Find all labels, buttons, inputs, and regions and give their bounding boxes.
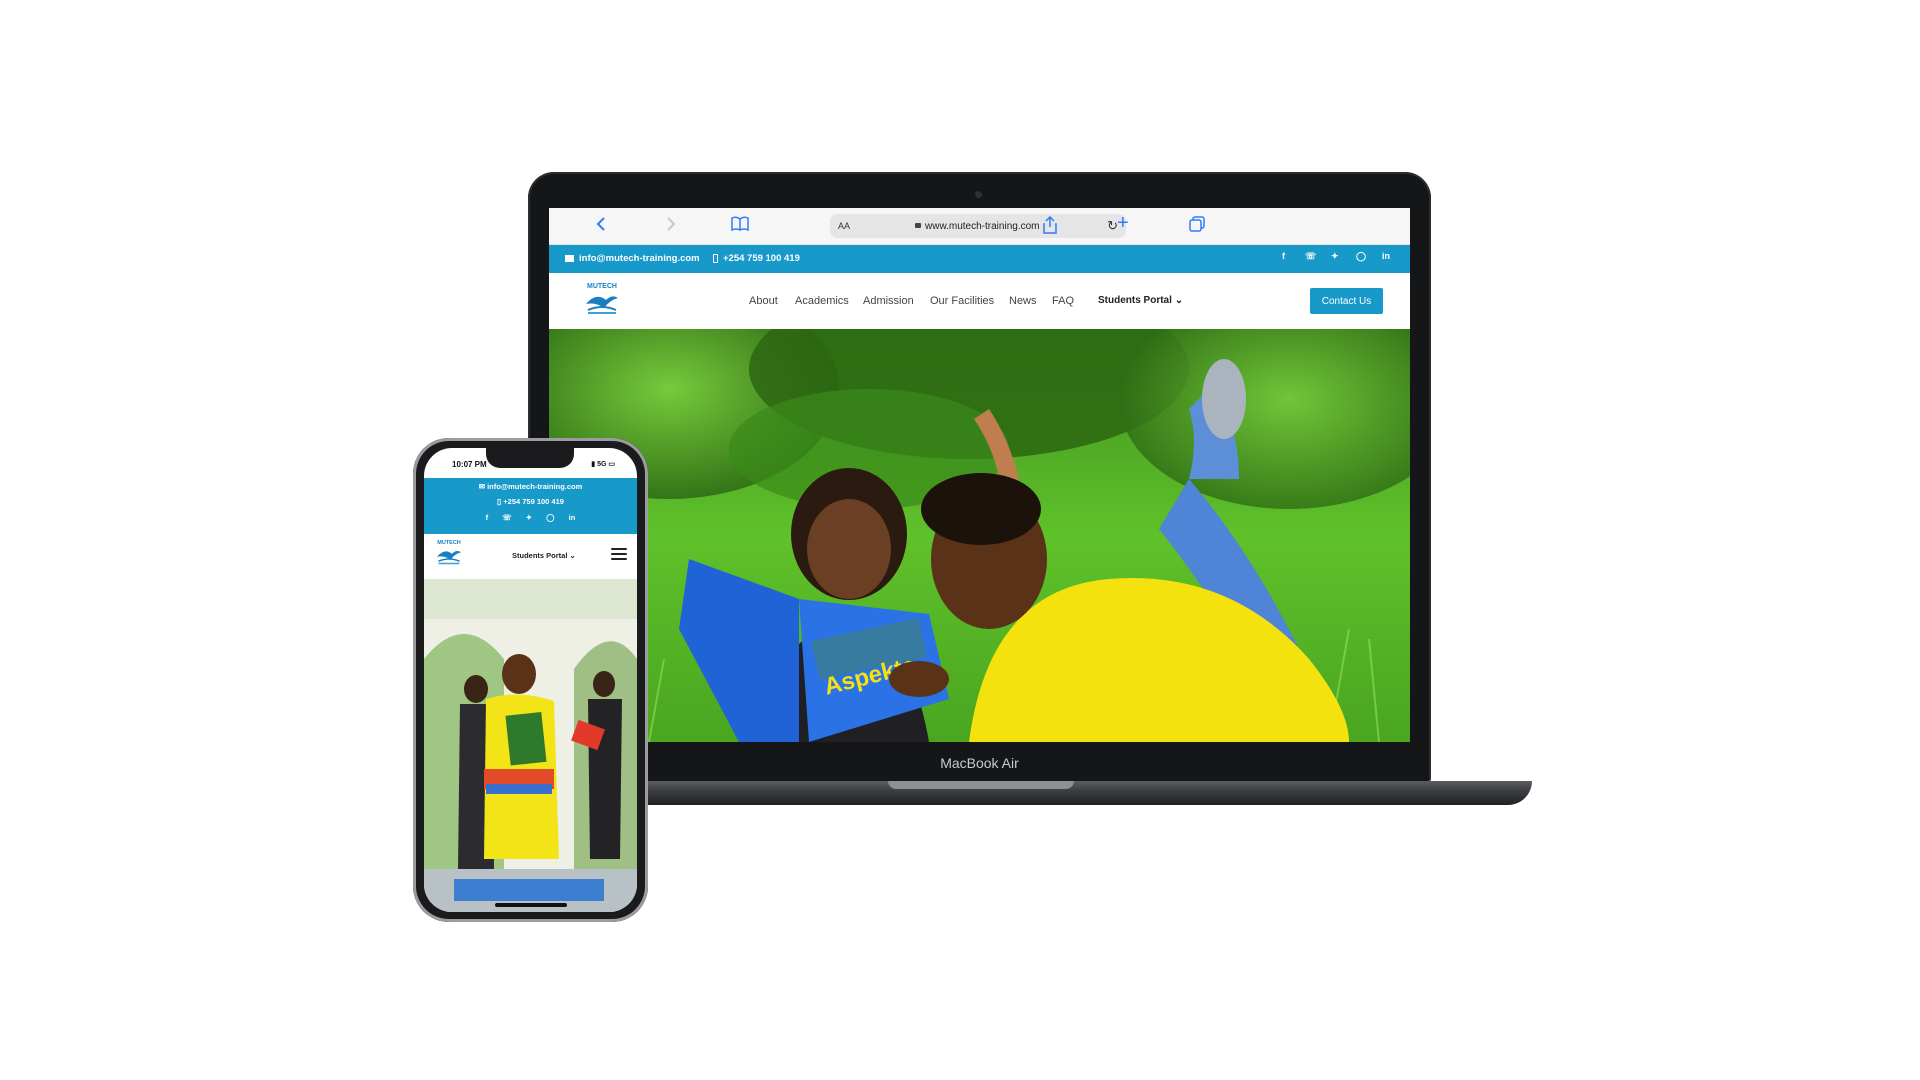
browser-toolbar: AA www.mutech-training.com ↻ + bbox=[549, 208, 1410, 245]
laptop-base bbox=[642, 781, 1532, 805]
url-value: www.mutech-training.com bbox=[925, 220, 1040, 232]
logo-mark-icon bbox=[437, 551, 461, 565]
contact-us-button[interactable]: Contact Us bbox=[1310, 288, 1383, 314]
phone-contact[interactable]: +254 759 100 419 bbox=[713, 253, 800, 264]
phone-hero-image bbox=[424, 579, 637, 912]
phone-icon: ▯ bbox=[497, 497, 502, 506]
logo-mark-icon bbox=[586, 296, 618, 314]
forward-icon[interactable] bbox=[666, 216, 676, 238]
nav-admission[interactable]: Admission bbox=[863, 295, 914, 307]
phone-contact-topbar: ✉ info@mutech-training.com ▯ +254 759 10… bbox=[424, 478, 637, 534]
status-time: 10:07 PM bbox=[452, 460, 487, 469]
status-network: ▮ 5G ▭ bbox=[591, 460, 615, 468]
share-icon[interactable] bbox=[1043, 215, 1057, 240]
address-bar[interactable]: AA www.mutech-training.com ↻ bbox=[830, 214, 1126, 238]
phone-portal-label: Students Portal bbox=[512, 551, 568, 560]
chevron-down-icon: ⌄ bbox=[1174, 295, 1184, 306]
camera-icon bbox=[975, 191, 982, 198]
nav-about[interactable]: About bbox=[749, 295, 778, 307]
tabs-icon[interactable] bbox=[1189, 216, 1205, 238]
phone-social-links: f ☏ ✦ ◯ in bbox=[424, 513, 637, 522]
signal-icon: ▮ bbox=[591, 461, 596, 468]
lock-icon bbox=[915, 222, 921, 228]
logo-text: MUTECH bbox=[587, 283, 617, 290]
hero-image: Aspekte bbox=[549, 329, 1410, 742]
site-navbar: MUTECH About Academics Admission Our Fac… bbox=[549, 273, 1410, 329]
phone-icon bbox=[713, 254, 718, 263]
laptop-hinge-notch bbox=[888, 781, 1074, 789]
linkedin-icon[interactable]: in bbox=[1382, 251, 1390, 261]
instagram-icon[interactable]: ◯ bbox=[546, 513, 554, 522]
phone-students-portal[interactable]: Students Portal ⌄ bbox=[512, 551, 576, 560]
twitter-icon[interactable]: ✦ bbox=[1331, 251, 1339, 262]
battery-icon: ▭ bbox=[608, 461, 615, 468]
nav-faq[interactable]: FAQ bbox=[1052, 295, 1074, 307]
email-text: info@mutech-training.com bbox=[579, 253, 700, 264]
url-text: www.mutech-training.com bbox=[915, 221, 1039, 232]
home-indicator bbox=[495, 903, 567, 907]
nav-news[interactable]: News bbox=[1009, 295, 1037, 307]
mail-icon bbox=[565, 255, 574, 262]
twitter-icon[interactable]: ✦ bbox=[526, 513, 532, 522]
reader-button[interactable]: AA bbox=[838, 221, 850, 231]
site-logo[interactable]: MUTECH bbox=[582, 283, 622, 319]
email-contact[interactable]: info@mutech-training.com bbox=[565, 253, 700, 264]
phone-email-contact[interactable]: ✉ info@mutech-training.com bbox=[424, 482, 637, 491]
phone-device: 10:07 PM ▮ 5G ▭ ✉ info@mutech-training.c… bbox=[413, 438, 648, 922]
bookmarks-icon[interactable] bbox=[731, 216, 749, 238]
facebook-icon[interactable]: f bbox=[486, 513, 489, 522]
students-portal-label: Students Portal bbox=[1098, 295, 1172, 306]
facebook-icon[interactable]: f bbox=[1282, 251, 1285, 261]
hero-photo: Aspekte bbox=[549, 329, 1410, 742]
new-tab-icon[interactable]: + bbox=[1117, 213, 1129, 233]
contact-topbar: info@mutech-training.com +254 759 100 41… bbox=[549, 245, 1410, 273]
phone-navbar: MUTECH Students Portal ⌄ bbox=[424, 534, 637, 579]
instagram-icon[interactable]: ◯ bbox=[1356, 251, 1366, 262]
phone-hero-photo bbox=[424, 579, 637, 912]
phone-phone-text: +254 759 100 419 bbox=[503, 497, 564, 506]
chevron-down-icon: ⌄ bbox=[569, 551, 576, 560]
mail-icon: ✉ bbox=[478, 482, 485, 491]
laptop-brand-label: MacBook Air bbox=[940, 755, 1019, 771]
linkedin-icon[interactable]: in bbox=[569, 513, 576, 522]
whatsapp-icon[interactable]: ☏ bbox=[502, 513, 511, 522]
phone-site-logo[interactable]: MUTECH bbox=[434, 540, 464, 571]
nav-our-facilities[interactable]: Our Facilities bbox=[930, 295, 994, 307]
nav-academics[interactable]: Academics bbox=[795, 295, 849, 307]
laptop-device: AA www.mutech-training.com ↻ + info@mute… bbox=[528, 172, 1431, 784]
laptop-screen: AA www.mutech-training.com ↻ + info@mute… bbox=[549, 208, 1410, 742]
nav-students-portal[interactable]: Students Portal ⌄ bbox=[1098, 295, 1183, 306]
phone-text: +254 759 100 419 bbox=[723, 253, 800, 264]
hamburger-menu-icon[interactable] bbox=[611, 548, 627, 563]
network-label: 5G bbox=[597, 461, 607, 468]
phone-email-text: info@mutech-training.com bbox=[487, 482, 583, 491]
whatsapp-icon[interactable]: ☏ bbox=[1305, 251, 1316, 262]
back-icon[interactable] bbox=[596, 216, 606, 238]
phone-status-bar: 10:07 PM ▮ 5G ▭ bbox=[424, 448, 637, 478]
phone-screen: 10:07 PM ▮ 5G ▭ ✉ info@mutech-training.c… bbox=[424, 448, 637, 912]
phone-notch bbox=[486, 448, 574, 468]
phone-phone-contact[interactable]: ▯ +254 759 100 419 bbox=[424, 497, 637, 506]
